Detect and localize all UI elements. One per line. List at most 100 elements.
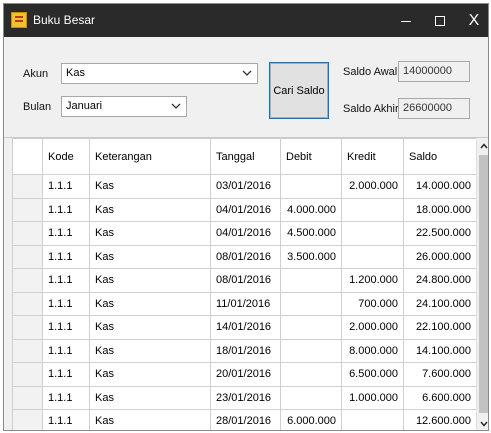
row-header-corner[interactable] [12,138,43,175]
table-row[interactable]: 1.1.1 Kas 18/01/2016 8.000.000 14.100.000 [12,338,476,363]
minimize-button[interactable] [388,4,424,37]
column-header-saldo[interactable]: Saldo [403,138,476,175]
row-header-cell[interactable] [12,362,43,387]
cell-kredit[interactable]: 6.500.000 [341,362,404,387]
row-header-cell[interactable] [12,291,43,316]
cell-saldo[interactable]: 14.100.000 [403,338,476,363]
cell-kredit[interactable]: 2.000.000 [341,315,404,340]
cell-kredit[interactable] [341,221,404,246]
table-row[interactable]: 1.1.1 Kas 03/01/2016 2.000.000 14.000.000 [12,174,476,199]
column-header-debit[interactable]: Debit [280,138,342,175]
row-header-cell[interactable] [12,385,43,410]
vertical-scrollbar[interactable] [476,138,488,430]
cell-tanggal[interactable]: 03/01/2016 [210,174,281,199]
cell-kode[interactable]: 1.1.1 [42,221,90,246]
cell-debit[interactable] [280,362,342,387]
cell-debit[interactable]: 3.500.000 [280,244,342,269]
cell-kode[interactable]: 1.1.1 [42,362,90,387]
cell-kredit[interactable]: 1.200.000 [341,268,404,293]
column-header-kode[interactable]: Kode [42,138,90,175]
cell-kredit[interactable] [341,409,404,430]
cell-tanggal[interactable]: 18/01/2016 [210,338,281,363]
cell-tanggal[interactable]: 11/01/2016 [210,291,281,316]
cell-saldo[interactable]: 22.500.000 [403,221,476,246]
saldo-awal-field[interactable]: 14000000 [398,61,470,82]
column-header-tanggal[interactable]: Tanggal [210,138,281,175]
table-row[interactable]: 1.1.1 Kas 14/01/2016 2.000.000 22.100.000 [12,315,476,340]
cell-saldo[interactable]: 24.100.000 [403,291,476,316]
close-button[interactable]: X [456,4,488,37]
cell-saldo[interactable]: 14.000.000 [403,174,476,199]
row-header-cell[interactable] [12,221,43,246]
saldo-akhir-field[interactable]: 26600000 [398,98,470,119]
cell-kode[interactable]: 1.1.1 [42,291,90,316]
table-row[interactable]: 1.1.1 Kas 08/01/2016 1.200.000 24.800.000 [12,268,476,293]
row-header-cell[interactable] [12,174,43,199]
cell-kode[interactable]: 1.1.1 [42,409,90,430]
row-header-cell[interactable] [12,338,43,363]
cari-saldo-button[interactable]: Cari Saldo [269,62,329,119]
cell-keterangan[interactable]: Kas [89,268,211,293]
table-row[interactable]: 1.1.1 Kas 28/01/2016 6.000.000 12.600.000 [12,409,476,430]
cell-tanggal[interactable]: 28/01/2016 [210,409,281,430]
cell-debit[interactable] [280,385,342,410]
row-header-cell[interactable] [12,268,43,293]
cell-keterangan[interactable]: Kas [89,197,211,222]
cell-kode[interactable]: 1.1.1 [42,244,90,269]
cell-tanggal[interactable]: 04/01/2016 [210,221,281,246]
cell-keterangan[interactable]: Kas [89,244,211,269]
cell-saldo[interactable]: 26.000.000 [403,244,476,269]
column-header-keterangan[interactable]: Keterangan [89,138,211,175]
cell-tanggal[interactable]: 04/01/2016 [210,197,281,222]
cell-debit[interactable] [280,315,342,340]
cell-kredit[interactable]: 700.000 [341,291,404,316]
chevron-down-icon[interactable] [170,99,182,113]
cell-kode[interactable]: 1.1.1 [42,385,90,410]
cell-kode[interactable]: 1.1.1 [42,174,90,199]
cell-keterangan[interactable]: Kas [89,174,211,199]
cell-saldo[interactable]: 18.000.000 [403,197,476,222]
ledger-grid[interactable]: Kode Keterangan Tanggal Debit Kredit Sal… [12,138,488,430]
cell-keterangan[interactable]: Kas [89,385,211,410]
table-row[interactable]: 1.1.1 Kas 23/01/2016 1.000.000 6.600.000 [12,385,476,410]
title-bar[interactable]: Buku Besar X [4,4,488,37]
cell-tanggal[interactable]: 08/01/2016 [210,268,281,293]
row-header-cell[interactable] [12,409,43,430]
cell-debit[interactable] [280,338,342,363]
table-row[interactable]: 1.1.1 Kas 04/01/2016 4.000.000 18.000.000 [12,197,476,222]
cell-saldo[interactable]: 6.600.000 [403,385,476,410]
cell-tanggal[interactable]: 08/01/2016 [210,244,281,269]
cell-keterangan[interactable]: Kas [89,362,211,387]
cell-kredit[interactable] [341,197,404,222]
cell-tanggal[interactable]: 20/01/2016 [210,362,281,387]
cell-debit[interactable] [280,268,342,293]
cell-keterangan[interactable]: Kas [89,338,211,363]
row-header-cell[interactable] [12,244,43,269]
cell-saldo[interactable]: 24.800.000 [403,268,476,293]
scrollbar-thumb[interactable] [479,155,488,413]
scroll-up-arrow-icon[interactable] [477,138,488,154]
row-header-cell[interactable] [12,315,43,340]
cell-kredit[interactable]: 1.000.000 [341,385,404,410]
cell-keterangan[interactable]: Kas [89,221,211,246]
cell-kredit[interactable]: 8.000.000 [341,338,404,363]
cell-keterangan[interactable]: Kas [89,409,211,430]
cell-kode[interactable]: 1.1.1 [42,315,90,340]
cell-tanggal[interactable]: 23/01/2016 [210,385,281,410]
cell-saldo[interactable]: 7.600.000 [403,362,476,387]
cell-tanggal[interactable]: 14/01/2016 [210,315,281,340]
cell-kode[interactable]: 1.1.1 [42,197,90,222]
cell-keterangan[interactable]: Kas [89,291,211,316]
cell-debit[interactable]: 6.000.000 [280,409,342,430]
cell-kode[interactable]: 1.1.1 [42,268,90,293]
cell-keterangan[interactable]: Kas [89,315,211,340]
akun-combobox[interactable]: Kas [61,63,258,84]
table-row[interactable]: 1.1.1 Kas 08/01/2016 3.500.000 26.000.000 [12,244,476,269]
cell-saldo[interactable]: 12.600.000 [403,409,476,430]
chevron-down-icon[interactable] [241,66,253,80]
cell-debit[interactable] [280,291,342,316]
maximize-button[interactable] [422,4,458,37]
table-row[interactable]: 1.1.1 Kas 04/01/2016 4.500.000 22.500.000 [12,221,476,246]
cell-saldo[interactable]: 22.100.000 [403,315,476,340]
cell-kredit[interactable] [341,244,404,269]
